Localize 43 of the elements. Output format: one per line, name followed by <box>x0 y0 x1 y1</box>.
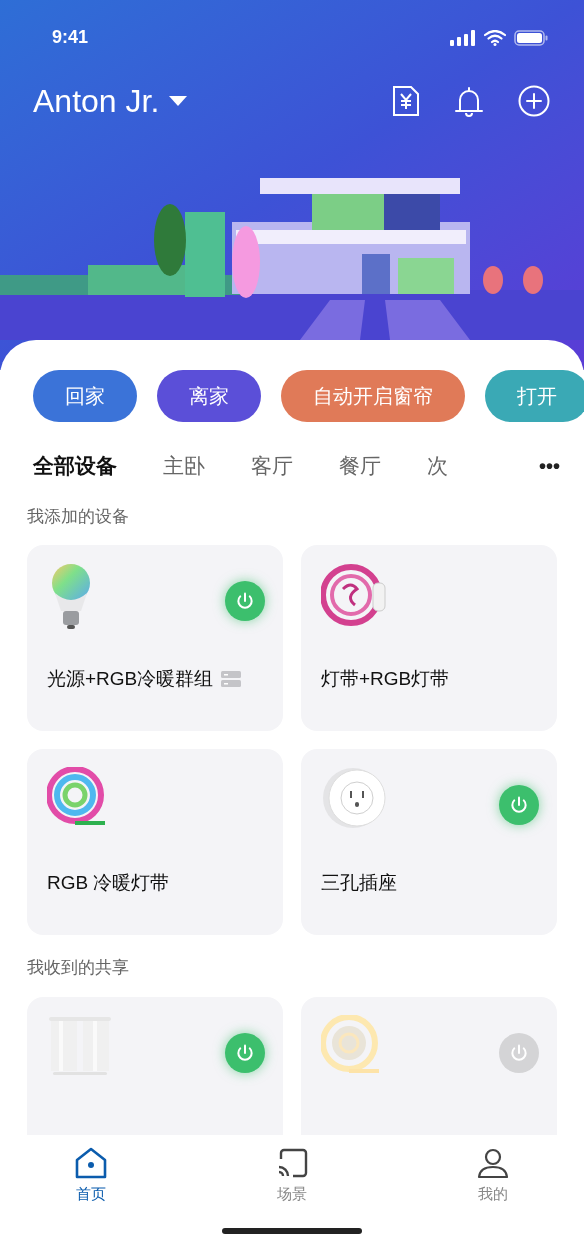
home-icon <box>74 1147 108 1179</box>
room-tab[interactable]: 主卧 <box>163 450 205 482</box>
power-button[interactable] <box>225 581 265 621</box>
power-icon <box>235 1042 255 1063</box>
device-card[interactable]: RGB 冷暖灯带 <box>27 749 283 935</box>
room-tab[interactable]: 客厅 <box>251 450 293 482</box>
device-card[interactable] <box>27 996 283 1135</box>
device-name: 灯带+RGB灯带 <box>321 667 450 691</box>
signal-icon <box>450 29 476 46</box>
device-name: RGB 冷暖灯带 <box>47 871 170 895</box>
status-time: 9:41 <box>52 26 89 49</box>
tab-bar-item[interactable]: 首页 <box>56 1147 126 1206</box>
power-icon <box>509 795 529 815</box>
power-button[interactable] <box>499 1032 539 1073</box>
room-tab[interactable]: 全部设备 <box>33 450 117 482</box>
caret-icon <box>169 96 188 106</box>
power-icon <box>509 1042 529 1063</box>
power-button[interactable] <box>499 785 539 825</box>
tab-bar-item[interactable]: 我的 <box>458 1147 528 1206</box>
device-card[interactable] <box>301 996 557 1135</box>
device-name: 三孔插座 <box>321 871 397 895</box>
power-icon <box>235 591 255 611</box>
tab-bar-item[interactable]: 场景 <box>257 1147 327 1206</box>
device-card[interactable]: 光源+RGB冷暖群组 <box>27 545 283 731</box>
home-selector[interactable]: Anton Jr. <box>33 77 188 125</box>
room-tab[interactable]: 餐厅 <box>339 450 381 482</box>
profile-icon <box>476 1147 510 1179</box>
device-card[interactable]: 灯带+RGB灯带 <box>301 545 557 731</box>
battery-icon <box>514 29 548 46</box>
device-card[interactable]: 三孔插座 <box>301 749 557 935</box>
more-button[interactable]: ••• <box>539 450 560 481</box>
add-icon[interactable] <box>518 85 550 117</box>
wifi-icon <box>484 29 506 46</box>
device-name: 光源+RGB冷暖群组 <box>47 667 214 691</box>
section-title: 我添加的设备 <box>27 505 130 528</box>
power-button[interactable] <box>225 1032 265 1073</box>
notification-bell-icon[interactable] <box>454 85 484 117</box>
scene-button[interactable]: 回家 <box>33 370 137 422</box>
scene-button[interactable]: 离家 <box>157 370 261 422</box>
invoice-icon[interactable] <box>392 85 420 117</box>
section-title: 我收到的共享 <box>27 957 130 979</box>
curtain-icon <box>47 1014 113 1077</box>
room-tab[interactable]: 次 <box>427 450 448 482</box>
